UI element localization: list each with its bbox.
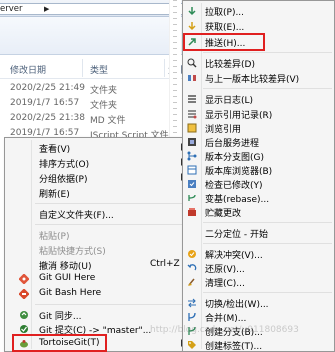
daemon-icon	[188, 138, 196, 146]
menu-item-bisect-start[interactable]: 二分定位 - 开始	[183, 226, 334, 240]
menu-item-create-tag[interactable]: 创建标签(T)...	[183, 338, 334, 352]
diff-icon	[187, 58, 197, 68]
menu-item-daemon[interactable]: 后台服务进程	[183, 135, 334, 149]
menu-item-git-gui[interactable]: Git GUI Here	[5, 272, 191, 286]
file-row[interactable]: 2020/2/25 21:38 MD 文件	[0, 112, 180, 126]
cleanup-icon	[188, 278, 195, 286]
merge-icon	[188, 312, 196, 321]
fetch-icon	[188, 22, 196, 31]
stash-icon	[188, 208, 196, 216]
menu-item-check-modified[interactable]: 检查已修改(Y)	[183, 177, 334, 191]
menu-item-cleanup[interactable]: 清理(C)...	[183, 275, 334, 289]
reflog-icon	[188, 110, 197, 119]
address-text: erver	[0, 4, 23, 14]
menu-item-git-sync[interactable]: Git 同步...	[5, 308, 191, 322]
rebase-icon	[188, 194, 196, 201]
resolve-icon	[188, 250, 196, 258]
file-row[interactable]: 2020/2/25 21:49 文件夹	[0, 82, 180, 96]
menu-item-group-by[interactable]: 分组依据(P)	[5, 171, 191, 185]
highlight-box-push	[183, 33, 265, 51]
menu-item-merge[interactable]: 合并(M)...	[183, 310, 334, 324]
check-modified-icon	[188, 180, 196, 188]
git-sync-icon	[20, 311, 28, 319]
menu-item-reflog[interactable]: 显示引用记录(R)	[183, 107, 334, 121]
menu-item-diff[interactable]: 比较差异(D)	[183, 56, 334, 70]
menu-item-undo-move[interactable]: 撤消 移动(U) Ctrl+Z	[5, 258, 191, 272]
log-icon	[188, 95, 196, 103]
menu-item-git-bash[interactable]: Git Bash Here	[5, 287, 191, 301]
menu-item-show-log[interactable]: 显示日志(L)	[183, 92, 334, 106]
menu-item-paste-shortcut[interactable]: 粘贴快捷方式(S)	[5, 243, 191, 257]
git-bash-icon	[19, 289, 29, 299]
breadcrumb-arrow-icon[interactable]: ▶	[44, 4, 49, 14]
file-row[interactable]: 2019/1/7 16:57 文件夹	[0, 97, 180, 111]
menu-item-customize-folder[interactable]: 自定义文件夹(F)...	[5, 207, 191, 221]
menu-item-revision-graph[interactable]: 版本分支图(G)	[183, 149, 334, 163]
tag-icon	[188, 341, 196, 349]
revert-icon	[187, 264, 197, 271]
context-menu: 查看(V) 排序方式(O) 分组依据(P) 刷新(E) 自定义文件夹(F)...…	[4, 137, 192, 352]
column-type[interactable]: 类型	[90, 63, 108, 76]
git-gui-icon	[19, 274, 29, 284]
shortcut-label: Ctrl+Z	[150, 259, 180, 269]
highlight-box-tortoisegit	[12, 334, 107, 352]
revision-graph-icon	[187, 151, 197, 161]
pull-icon	[188, 7, 196, 16]
menu-item-revert[interactable]: 还原(V)...	[183, 261, 334, 275]
column-date[interactable]: 修改日期	[10, 63, 46, 76]
menu-item-refresh[interactable]: 刷新(E)	[5, 186, 191, 200]
menu-item-browse-refs[interactable]: 浏览引用	[183, 121, 334, 135]
repo-browser-icon	[187, 165, 197, 175]
tortoisegit-submenu: 拉取(P)... 获取(E)... 推送(H)... 比较差异(D) 与上一版本…	[182, 0, 335, 352]
menu-item-fetch[interactable]: 获取(E)...	[183, 19, 334, 33]
menu-item-diff-previous[interactable]: 与上一版本比较差异(V)	[183, 71, 334, 85]
menu-item-repo-browser[interactable]: 版本库浏览器(B)	[183, 163, 334, 177]
git-commit-icon	[20, 325, 28, 333]
address-bar[interactable]: erver ▶	[0, 3, 183, 15]
diff-prev-icon	[188, 75, 196, 81]
menu-item-paste[interactable]: 粘贴(P)	[5, 228, 191, 242]
switch-icon	[188, 298, 196, 308]
menu-item-rebase[interactable]: 变基(rebase)...	[183, 191, 334, 205]
browse-refs-icon	[187, 123, 197, 133]
menu-item-stash[interactable]: 贮藏更改	[183, 205, 334, 219]
menu-item-view[interactable]: 查看(V)	[5, 141, 191, 155]
watermark: http://blog.csdn.net/u011808693	[150, 325, 299, 335]
menu-item-switch-checkout[interactable]: 切换/检出(W)...	[183, 296, 334, 310]
menu-item-pull[interactable]: 拉取(P)...	[183, 4, 334, 18]
menu-item-resolve[interactable]: 解决冲突(V)...	[183, 247, 334, 261]
menu-item-sort-by[interactable]: 排序方式(O)	[5, 156, 191, 170]
